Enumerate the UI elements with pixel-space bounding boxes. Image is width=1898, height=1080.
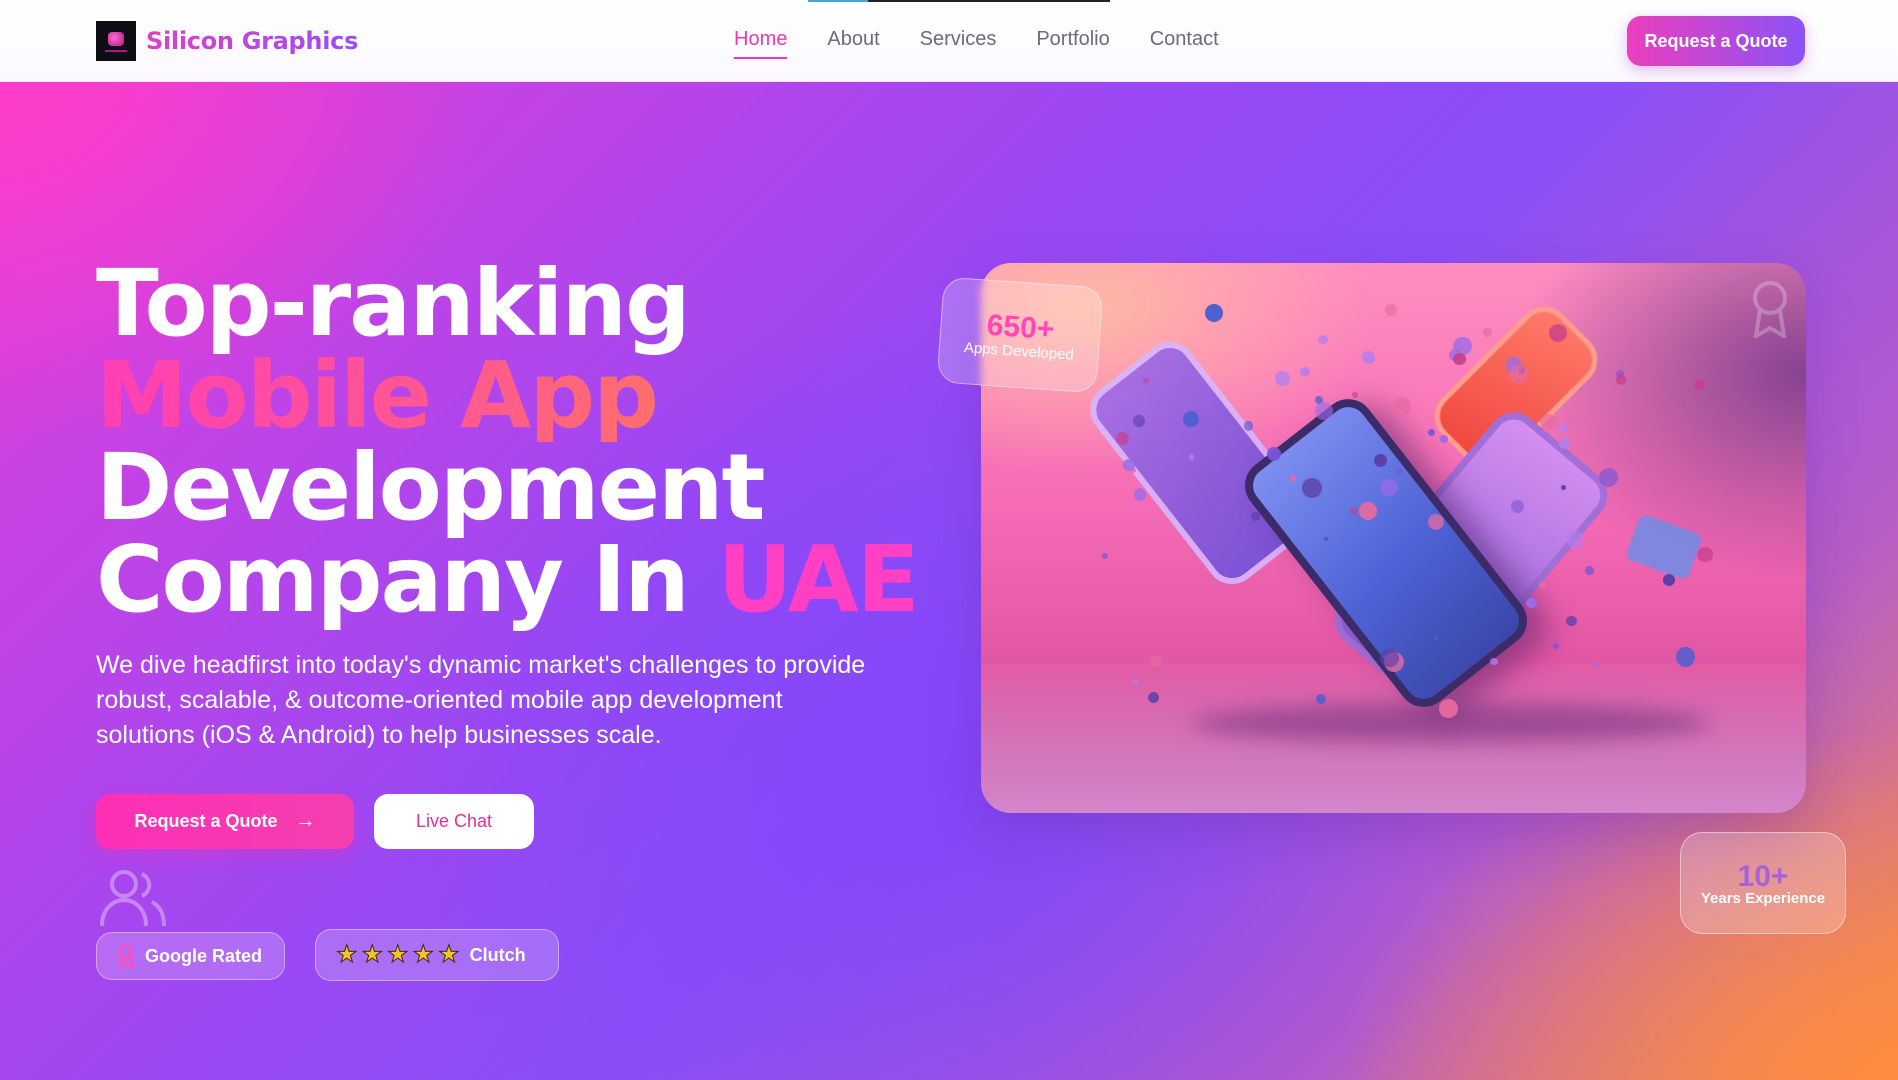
particle [1314,402,1333,421]
floating-tile [1624,513,1704,581]
particle [1204,304,1223,323]
clutch-badge: ★ ★ ★ ★ ★ Clutch [315,929,559,981]
particle [1302,478,1322,498]
brand-name: Silicon Graphics [146,27,359,55]
nav-links: Home About Services Portfolio Contact [734,28,1259,59]
particle [1385,304,1398,317]
google-rated-badge: Google Rated [96,932,285,980]
scroll-progress-bar [808,0,1110,2]
particle [1133,488,1147,501]
particle [1566,615,1577,627]
hero-subtitle: We dive headfirst into today's dynamic m… [96,651,866,749]
headline-line-1: Top-ranking [96,250,691,357]
particle [1188,454,1195,460]
star-icon: ★ [438,941,460,968]
particle [1539,582,1546,589]
star-icon: ★ [361,941,384,968]
clutch-label: Clutch [469,944,526,965]
google-rated-label: Google Rated [145,945,263,966]
particle [1316,693,1326,704]
particle [1592,661,1599,668]
particle [1566,531,1585,549]
brand-logo [96,21,136,61]
particle [1101,552,1109,560]
particle [1149,654,1162,667]
particle [1392,397,1411,416]
particle [1539,413,1557,431]
particle [1275,371,1290,386]
particle [1438,698,1458,718]
particle [1697,546,1713,562]
particle [1133,414,1146,427]
particle [1299,366,1310,377]
particle [1482,328,1492,338]
nav-item-services[interactable]: Services [920,28,997,51]
particle [1427,513,1444,530]
particle [1510,499,1525,513]
particle [1318,334,1328,345]
particle [1380,478,1398,497]
particle [1143,377,1149,383]
headline-uae: UAE [717,526,920,633]
request-quote-hero-label: Request a Quote [134,811,278,831]
particle [1434,635,1439,640]
arrow-right-icon: → [295,810,316,832]
headline-line-4: Company In UAE [96,534,920,626]
star-icon: ★ [412,941,435,968]
nav-item-about[interactable]: About [827,28,879,51]
particle [1362,351,1375,364]
navbar: Silicon Graphics Home About Services Por… [0,0,1898,82]
particle [1552,643,1559,650]
particle [1585,565,1594,575]
award-icon [1753,281,1787,338]
particle [1428,428,1436,437]
particle [1675,647,1696,667]
particle [1290,475,1296,482]
particle [1452,352,1466,366]
nav-item-portfolio[interactable]: Portfolio [1036,28,1109,51]
headline-line-2: Mobile App [96,350,918,442]
particle [1662,574,1675,587]
headline-company-in: Company In [96,526,718,633]
particle [1182,411,1199,428]
particle [1147,692,1159,704]
request-quote-nav-button[interactable]: Request a Quote [1627,16,1805,66]
particle [1440,435,1448,443]
particle [1598,467,1618,487]
clutch-stars: ★ ★ ★ ★ ★ [336,941,461,968]
users-icon [100,870,166,927]
particle [1397,468,1404,475]
hero-image-phones [981,263,1806,813]
particle [1526,597,1537,609]
particle [1358,502,1377,521]
nav-item-home[interactable]: Home [734,28,788,59]
particle [1693,378,1705,390]
particle [1122,458,1136,471]
hero-headline: Top-ranking Mobile App Development Compa… [96,250,920,626]
particle [1559,425,1568,433]
star-icon: ★ [336,941,358,968]
request-quote-hero-button[interactable]: Request a Quote → [96,794,354,849]
years-experience-value: 10+ [1737,859,1789,893]
particle [1615,374,1627,385]
headline-line-3: Development [96,434,765,541]
nav-item-contact[interactable]: Contact [1150,28,1219,51]
apps-developed-card: 650+ Apps Developed [936,276,1104,394]
particle [1559,438,1571,450]
years-experience-card: 10+ Years Experience [1680,832,1846,934]
particle [1548,323,1567,342]
award-ribbon-icon [118,944,134,968]
brand[interactable]: Silicon Graphics [96,21,358,61]
star-icon: ★ [387,941,409,968]
particle [1379,648,1399,668]
particle [1243,421,1254,432]
live-chat-button[interactable]: Live Chat [374,794,534,849]
apps-developed-label: Apps Developed [963,338,1075,364]
particle [1352,392,1358,398]
